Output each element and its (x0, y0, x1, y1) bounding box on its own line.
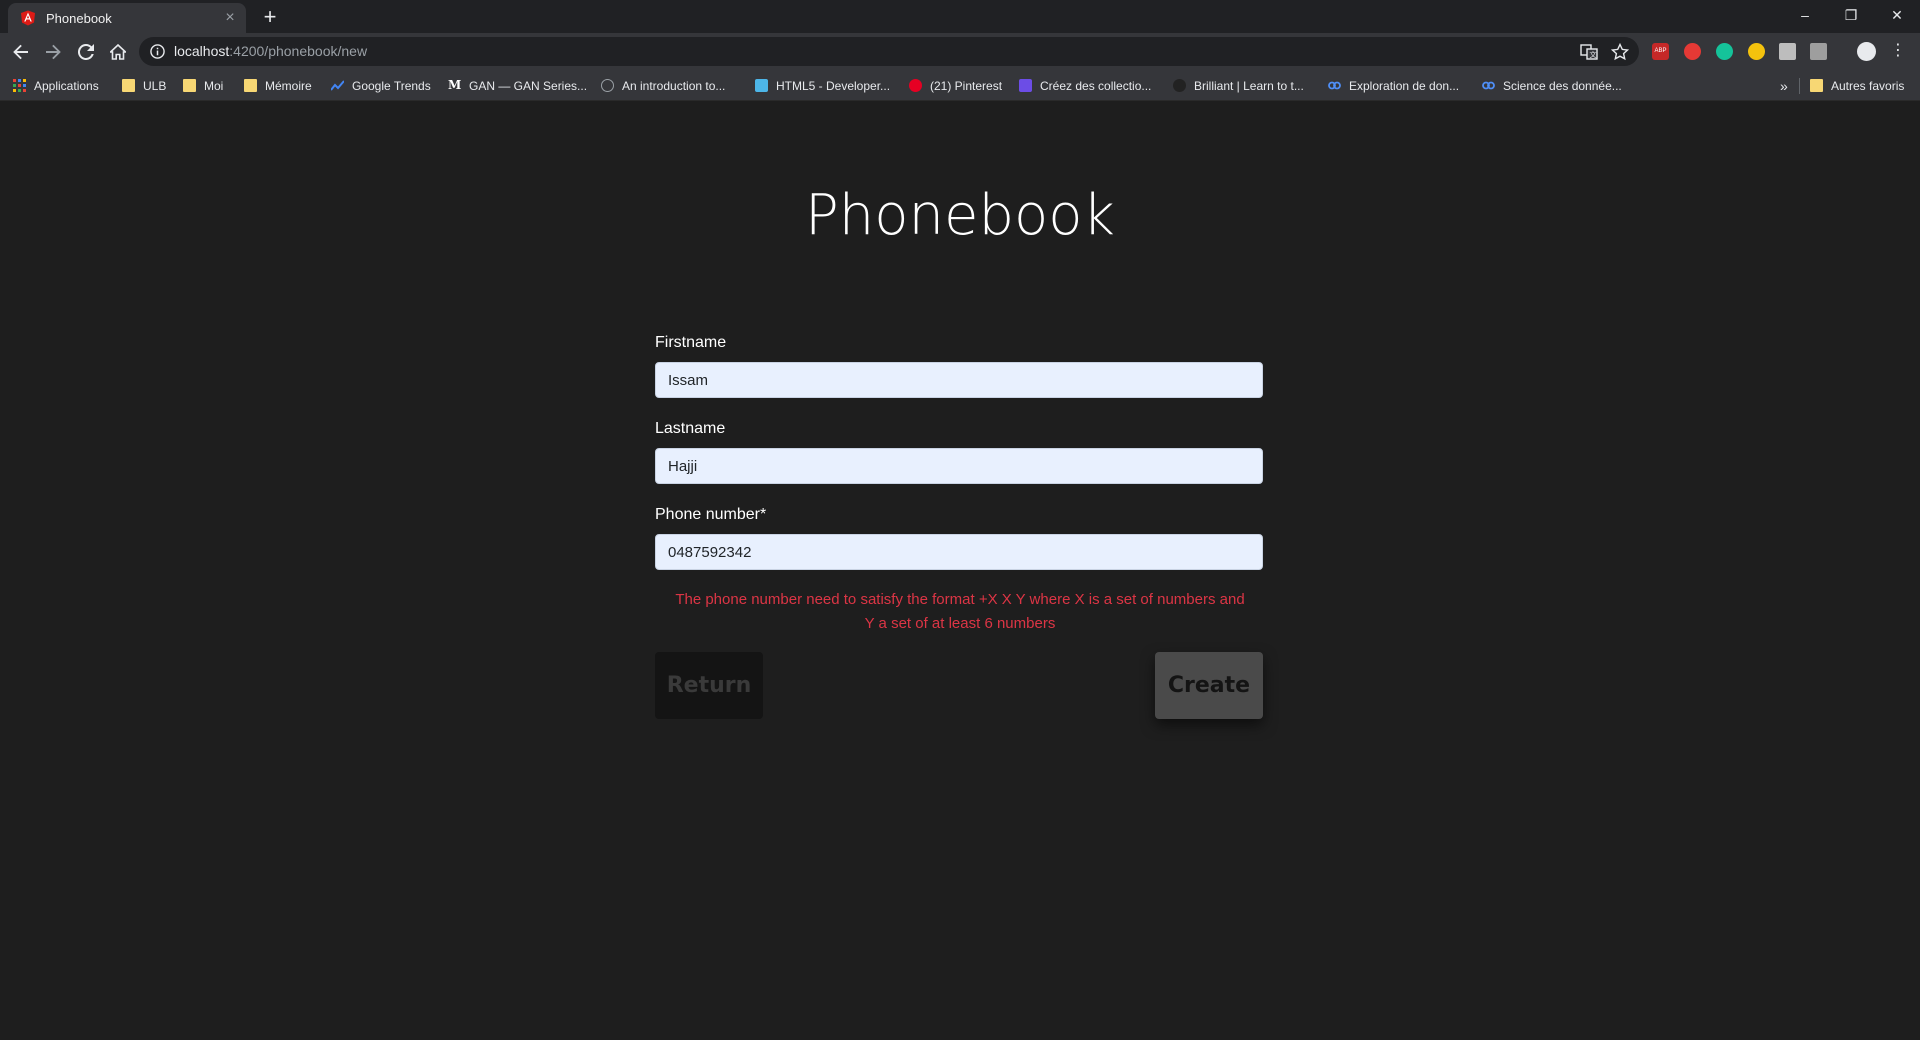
browser-toolbar: localhost:4200/phonebook/new 文 ABP ⋮ (0, 33, 1920, 70)
brilliant-icon (1173, 79, 1186, 92)
html5-icon (755, 79, 768, 92)
bookmark-label: Exploration de don... (1349, 78, 1460, 93)
svg-text:文: 文 (1590, 50, 1597, 59)
bookmarks-overflow-button[interactable]: » (1780, 77, 1788, 94)
bookmark-label: (21) Pinterest (930, 78, 1003, 93)
bookmark-label: Brilliant | Learn to t... (1194, 78, 1304, 93)
folder-icon (1810, 79, 1823, 92)
bookmark-label: Applications (34, 78, 99, 93)
bookmark-other-favorites[interactable]: Autres favoris (1810, 77, 1904, 94)
site-icon (1019, 79, 1032, 92)
bookmark-gan[interactable]: M GAN — GAN Series... (448, 77, 587, 94)
phone-label: Phone number* (655, 506, 767, 523)
phone-input[interactable] (655, 534, 1263, 570)
bookmark-moi[interactable]: Moi (183, 77, 223, 94)
firstname-input[interactable] (655, 362, 1263, 398)
reload-button[interactable] (74, 40, 98, 64)
error-line-1: The phone number need to satisfy the for… (675, 591, 1245, 608)
close-window-button[interactable]: ✕ (1874, 0, 1920, 30)
restore-button[interactable]: ❐ (1828, 0, 1874, 30)
adblock-icon[interactable]: ABP (1652, 43, 1669, 60)
close-tab-icon[interactable]: × (222, 10, 238, 26)
bookmark-applications[interactable]: Applications (13, 77, 99, 94)
bookmark-html5[interactable]: HTML5 - Developer... (755, 77, 890, 94)
extension-gray-icon[interactable] (1779, 43, 1796, 60)
bookmark-label: GAN — GAN Series... (469, 78, 588, 93)
bookmark-label: Créez des collectio... (1040, 78, 1152, 93)
address-bar[interactable]: localhost:4200/phonebook/new 文 (139, 37, 1639, 66)
site-icon (601, 79, 614, 92)
extension-rss-icon[interactable] (1810, 43, 1827, 60)
angular-icon (20, 10, 36, 26)
bookmark-creez[interactable]: Créez des collectio... (1019, 77, 1151, 94)
bookmark-science[interactable]: Science des donnée... (1482, 77, 1622, 94)
firstname-label: Firstname (655, 334, 727, 351)
bookmarks-divider (1799, 78, 1800, 94)
extension-hand-icon[interactable] (1684, 43, 1701, 60)
grammarly-icon[interactable] (1716, 43, 1733, 60)
browser-titlebar: Phonebook × + – ❐ ✕ (0, 0, 1920, 33)
url-path: :4200/phonebook/new (229, 43, 368, 59)
bookmark-label: Autres favoris (1831, 78, 1905, 93)
bookmark-label: Science des donnée... (1503, 78, 1622, 93)
translate-icon[interactable]: 文 (1580, 43, 1598, 61)
return-button[interactable]: Return (655, 652, 763, 719)
arrow-right-icon (46, 44, 61, 60)
bookmark-label: HTML5 - Developer... (776, 78, 891, 93)
bookmarks-bar: Applications ULB Moi Mémoire Google Tren… (0, 70, 1920, 101)
bookmark-label: Moi (204, 78, 224, 93)
bookmark-pinterest[interactable]: (21) Pinterest (909, 77, 1002, 94)
new-tab-button[interactable]: + (257, 6, 283, 30)
bookmark-brilliant[interactable]: Brilliant | Learn to t... (1173, 77, 1304, 94)
folder-icon (183, 79, 196, 92)
arrow-left-icon (13, 44, 28, 60)
error-line-2: Y a set of at least 6 numbers (864, 615, 1056, 632)
lastname-label: Lastname (655, 420, 726, 437)
bookmark-label: An introduction to... (622, 78, 726, 93)
profile-avatar-icon[interactable] (1857, 42, 1876, 61)
star-icon[interactable] (1610, 42, 1630, 61)
info-icon[interactable] (150, 44, 165, 59)
coursera-icon (1328, 79, 1341, 92)
lastname-input[interactable] (655, 448, 1263, 484)
home-icon (110, 44, 126, 60)
minimize-button[interactable]: – (1782, 0, 1828, 30)
folder-icon (122, 79, 135, 92)
page-title: Phonebook (805, 183, 1115, 248)
coursera-icon (1482, 79, 1495, 92)
url-host: localhost (174, 43, 230, 59)
create-button[interactable]: Create (1155, 652, 1263, 719)
browser-tab[interactable]: Phonebook × (8, 3, 246, 33)
tab-title: Phonebook (46, 10, 112, 26)
bookmark-introduction[interactable]: An introduction to... (601, 77, 725, 94)
bookmark-label: Mémoire (265, 78, 312, 93)
folder-icon (244, 79, 257, 92)
bookmark-google-trends[interactable]: Google Trends (330, 77, 431, 94)
bookmark-exploration[interactable]: Exploration de don... (1328, 77, 1459, 94)
bookmark-label: Google Trends (352, 78, 431, 93)
apps-grid-icon (13, 79, 26, 92)
back-button[interactable] (9, 40, 33, 64)
bookmark-ulb[interactable]: ULB (122, 77, 166, 94)
url-text[interactable]: localhost:4200/phonebook/new (174, 43, 367, 59)
medium-icon: M (448, 78, 462, 92)
home-button[interactable] (106, 40, 130, 64)
forward-button[interactable] (41, 40, 65, 64)
bookmark-memoire[interactable]: Mémoire (244, 77, 312, 94)
trends-icon (330, 79, 345, 92)
bookmark-label: ULB (143, 78, 167, 93)
pinterest-icon (909, 79, 922, 92)
reload-icon (78, 44, 94, 60)
phone-error-message: The phone number need to satisfy the for… (655, 588, 1265, 636)
menu-dots-icon[interactable]: ⋮ (1890, 42, 1906, 60)
extension-yellow-icon[interactable] (1748, 43, 1765, 60)
